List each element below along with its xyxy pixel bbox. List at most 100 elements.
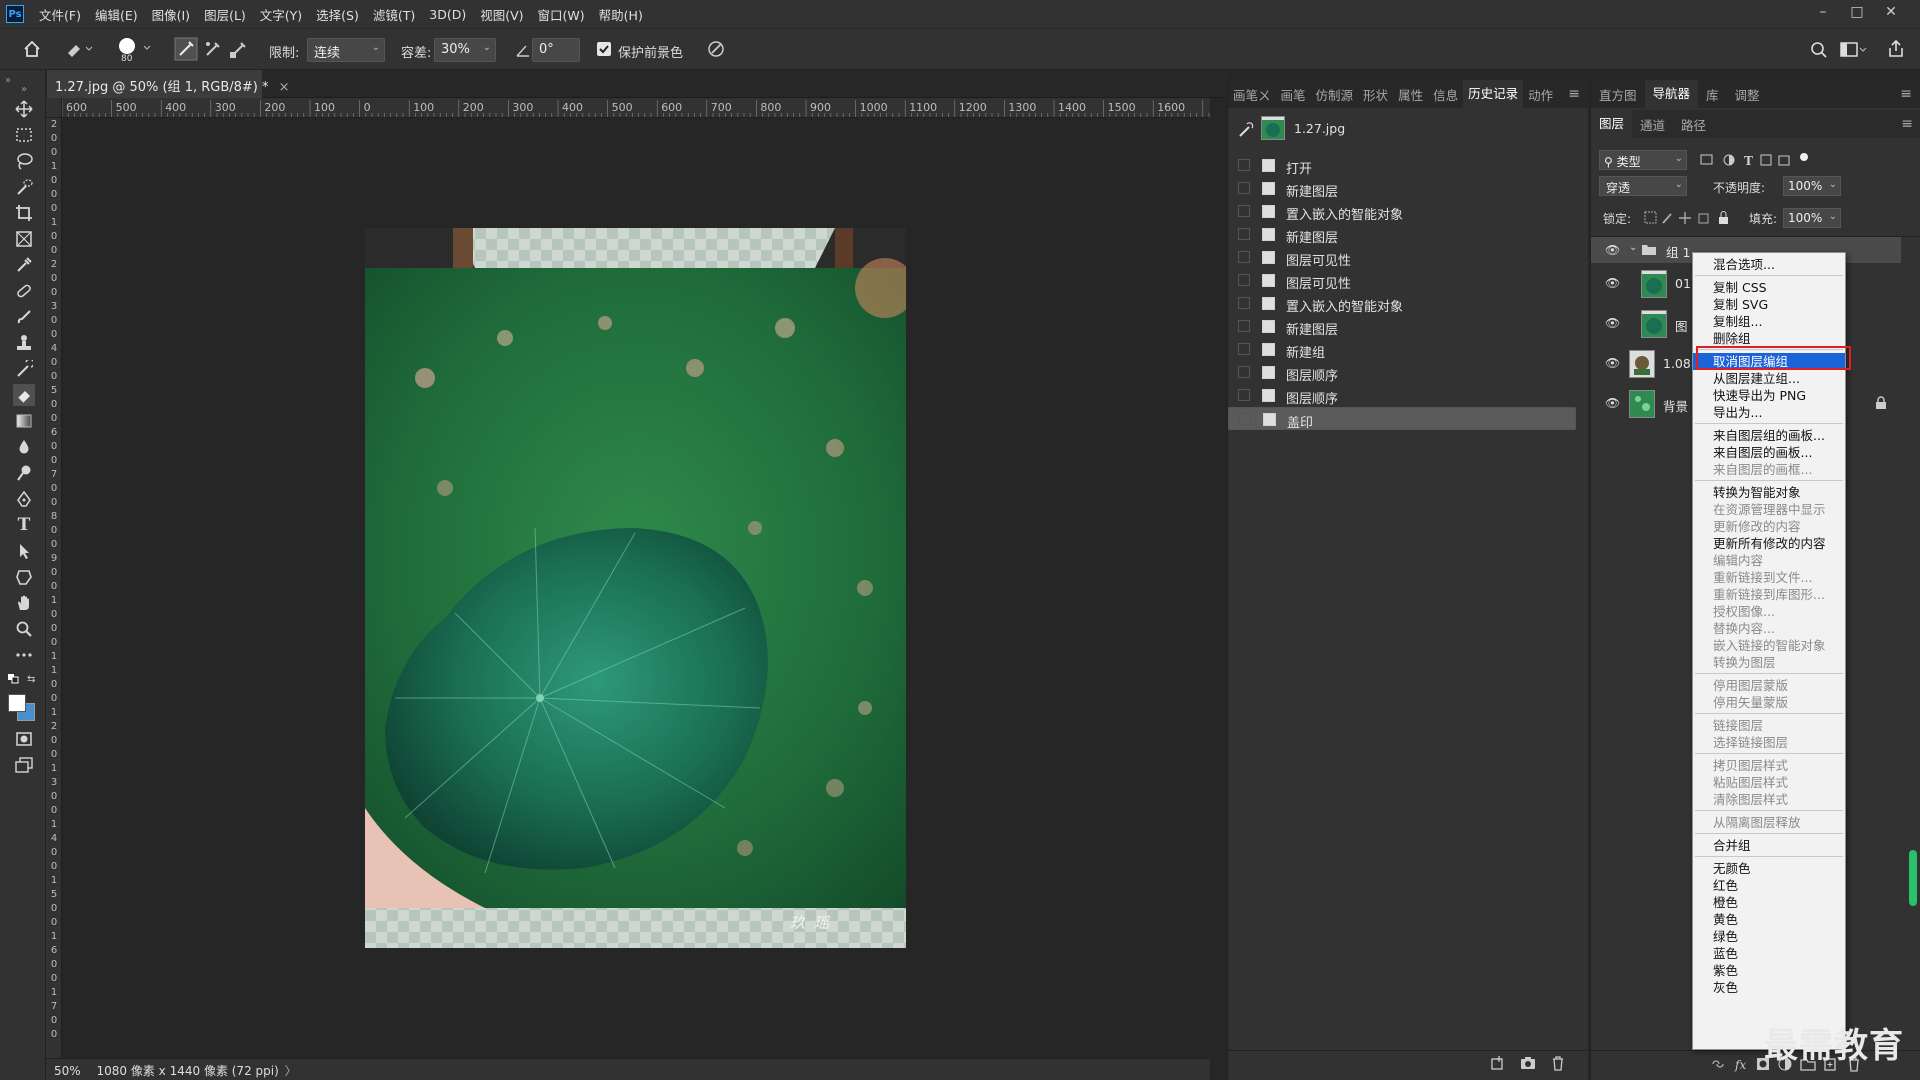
- history-source-checkbox[interactable]: [1238, 251, 1250, 263]
- panel-collapse-icon[interactable]: »: [5, 75, 11, 86]
- panel-menu-icon[interactable]: ≡: [1901, 116, 1913, 132]
- history-source-checkbox[interactable]: [1238, 274, 1250, 286]
- context-menu-item[interactable]: 复制 SVG: [1693, 296, 1845, 313]
- move-tool-icon[interactable]: [13, 98, 35, 120]
- history-source-checkbox[interactable]: [1238, 182, 1250, 194]
- sampling-background-swatch-icon[interactable]: [228, 38, 250, 60]
- brush-preset-icon[interactable]: 80: [117, 36, 157, 64]
- new-document-from-state-icon[interactable]: [1490, 1055, 1506, 1071]
- menu-view[interactable]: 视图(V): [473, 5, 530, 24]
- history-step[interactable]: 新建图层: [1228, 177, 1576, 200]
- protect-foreground-checkbox[interactable]: [597, 42, 611, 56]
- tab-clone-source[interactable]: 仿制源: [1311, 85, 1359, 104]
- context-menu-item[interactable]: 蓝色: [1693, 945, 1845, 962]
- workspace-icon[interactable]: [1840, 41, 1868, 59]
- trash-icon[interactable]: [1550, 1055, 1566, 1071]
- camera-snapshot-icon[interactable]: [1520, 1055, 1536, 1071]
- menu-file[interactable]: 文件(F): [32, 5, 88, 24]
- canvas-area[interactable]: 玖 瑶: [62, 118, 1210, 1058]
- path-selection-tool-icon[interactable]: [13, 540, 35, 562]
- context-menu-item[interactable]: 混合选项...: [1693, 256, 1845, 273]
- tab-properties[interactable]: 属性: [1393, 85, 1428, 104]
- menu-3d[interactable]: 3D(D): [422, 7, 473, 22]
- crop-tool-icon[interactable]: [13, 202, 35, 224]
- history-step[interactable]: 新建组: [1228, 338, 1576, 361]
- context-menu-item[interactable]: 灰色: [1693, 979, 1845, 996]
- context-menu-item[interactable]: 复制组...: [1693, 313, 1845, 330]
- tab-layers[interactable]: 图层: [1591, 110, 1633, 138]
- tab-actions[interactable]: 动作: [1523, 85, 1558, 104]
- context-menu-item[interactable]: 来自图层的画板...: [1693, 444, 1845, 461]
- document-tab[interactable]: 1.27.jpg @ 50% (组 1, RGB/8#) * ×: [47, 70, 290, 98]
- panel-menu-icon[interactable]: ≡: [1568, 86, 1580, 102]
- eyedropper-tool-icon[interactable]: [13, 254, 35, 276]
- tab-brushes[interactable]: 画笔: [1276, 85, 1311, 104]
- foreground-color-swatch[interactable]: [8, 694, 26, 712]
- context-menu-item[interactable]: 快速导出为 PNG: [1693, 387, 1845, 404]
- close-window-button[interactable]: ✕: [1874, 0, 1908, 24]
- lock-icons[interactable]: [1643, 210, 1738, 226]
- gradient-tool-icon[interactable]: [13, 410, 35, 432]
- tab-libraries[interactable]: 库: [1698, 85, 1727, 104]
- layer-filter-select[interactable]: ⚲ 类型 ⌄: [1599, 150, 1687, 170]
- quick-selection-tool-icon[interactable]: [13, 176, 35, 198]
- close-tab-icon[interactable]: ×: [279, 80, 290, 95]
- context-menu-item[interactable]: 导出为...: [1693, 404, 1845, 421]
- home-icon[interactable]: [22, 39, 42, 59]
- history-step[interactable]: 图层顺序: [1228, 361, 1576, 384]
- frame-tool-icon[interactable]: [13, 228, 35, 250]
- menu-help[interactable]: 帮助(H): [592, 5, 650, 24]
- sampling-continuous-icon[interactable]: [174, 37, 198, 61]
- tab-histogram[interactable]: 直方图: [1591, 85, 1645, 104]
- context-menu-item[interactable]: 无颜色: [1693, 860, 1845, 877]
- ruler-origin[interactable]: [46, 98, 62, 118]
- history-step[interactable]: 图层可见性: [1228, 246, 1576, 269]
- lasso-tool-icon[interactable]: [13, 150, 35, 172]
- context-menu-item[interactable]: 复制 CSS: [1693, 279, 1845, 296]
- history-step[interactable]: 置入嵌入的智能对象: [1228, 200, 1576, 223]
- eye-icon[interactable]: 👁: [1605, 356, 1620, 370]
- type-tool-icon[interactable]: T: [13, 514, 35, 536]
- context-menu-item[interactable]: 黄色: [1693, 911, 1845, 928]
- menu-filter[interactable]: 滤镜(T): [366, 5, 422, 24]
- tab-navigator[interactable]: 导航器: [1644, 80, 1699, 108]
- angle-input[interactable]: 0°: [532, 38, 580, 62]
- tab-history[interactable]: 历史记录: [1463, 80, 1524, 108]
- collapse-toolbar-icon[interactable]: »: [13, 78, 35, 100]
- history-source-checkbox[interactable]: [1238, 228, 1250, 240]
- history-step[interactable]: 图层顺序: [1228, 384, 1576, 407]
- context-menu-item[interactable]: 从图层建立组...: [1693, 370, 1845, 387]
- menu-type[interactable]: 文字(Y): [253, 5, 309, 24]
- eye-icon[interactable]: 👁: [1605, 396, 1620, 410]
- zoom-tool-icon[interactable]: [13, 618, 35, 640]
- tab-brush-settings[interactable]: 画笔ㄨ: [1228, 85, 1276, 104]
- history-source-checkbox[interactable]: [1238, 366, 1250, 378]
- tab-channels[interactable]: 通道: [1632, 115, 1673, 134]
- menu-layer[interactable]: 图层(L): [197, 5, 253, 24]
- limit-select[interactable]: 连续 ⌄: [307, 38, 385, 62]
- tab-adjustments[interactable]: 调整: [1727, 85, 1768, 104]
- minimize-button[interactable]: –: [1806, 0, 1840, 24]
- share-icon[interactable]: [1886, 39, 1906, 59]
- history-source-checkbox[interactable]: [1238, 297, 1250, 309]
- context-menu-item[interactable]: 红色: [1693, 877, 1845, 894]
- tab-info[interactable]: 信息: [1428, 85, 1463, 104]
- swap-colors-icon[interactable]: ⇆: [27, 674, 35, 685]
- opacity-input[interactable]: 100% ⌄: [1783, 176, 1841, 196]
- status-menu-icon[interactable]: 〉: [285, 1064, 297, 1078]
- history-source-checkbox[interactable]: [1238, 320, 1250, 332]
- marquee-tool-icon[interactable]: [13, 124, 35, 146]
- history-brush-tool-icon[interactable]: [13, 358, 35, 380]
- fill-input[interactable]: 100% ⌄: [1783, 208, 1841, 228]
- panel-menu-icon[interactable]: ≡: [1900, 86, 1912, 102]
- custom-shape-tool-icon[interactable]: [13, 566, 35, 588]
- history-source-checkbox[interactable]: [1239, 413, 1251, 425]
- hand-tool-icon[interactable]: [13, 592, 35, 614]
- menu-edit[interactable]: 编辑(E): [88, 5, 145, 24]
- pen-pressure-icon[interactable]: [706, 39, 726, 59]
- history-step[interactable]: 盖印: [1228, 407, 1576, 431]
- context-menu-item[interactable]: 橙色: [1693, 894, 1845, 911]
- tab-shapes[interactable]: 形状: [1358, 85, 1393, 104]
- context-menu-item[interactable]: 更新所有修改的内容: [1693, 535, 1845, 552]
- snapshot-thumbnail[interactable]: [1261, 116, 1285, 140]
